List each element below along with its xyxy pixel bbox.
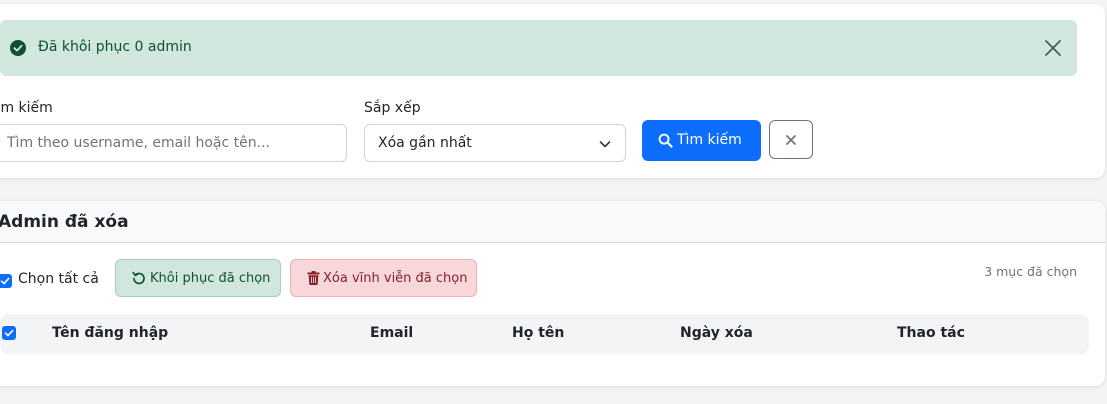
card-header: Admin đã xóa	[0, 201, 1105, 243]
column-header-fullname[interactable]: Họ tên	[512, 325, 564, 341]
sort-select[interactable]: Xóa gần nhất	[364, 124, 626, 162]
clear-filter-button[interactable]	[769, 120, 813, 159]
sort-label: Sắp xếp	[364, 100, 421, 116]
success-alert: Đã khôi phục 0 admin	[0, 20, 1077, 76]
check-circle-icon	[10, 40, 26, 56]
filter-card: Đã khôi phục 0 admin Tìm kiếm Sắp xếp Xó…	[0, 4, 1105, 178]
select-all-label[interactable]: Chọn tất cả	[18, 271, 99, 287]
table-header: Tên đăng nhập Email Họ tên Ngày xóa Thao…	[0, 314, 1089, 354]
search-input[interactable]	[0, 124, 347, 162]
search-label: Tìm kiếm	[0, 100, 53, 116]
search-button-label: Tìm kiếm	[677, 132, 742, 148]
search-icon	[658, 133, 673, 148]
alert-message: Đã khôi phục 0 admin	[38, 39, 192, 55]
column-header-actions: Thao tác	[897, 325, 965, 341]
checkmark-icon	[4, 329, 14, 337]
header-checkbox[interactable]	[2, 326, 16, 340]
column-header-username[interactable]: Tên đăng nhập	[52, 325, 168, 341]
sort-selected-value: Xóa gần nhất	[378, 135, 472, 151]
chevron-down-icon	[599, 141, 611, 148]
trash-icon	[307, 271, 320, 285]
delete-permanently-label: Xóa vĩnh viễn đã chọn	[323, 271, 468, 286]
checkmark-icon	[0, 277, 10, 285]
delete-permanently-button[interactable]: Xóa vĩnh viễn đã chọn	[290, 259, 477, 297]
selected-count: 3 mục đã chọn	[984, 264, 1077, 279]
undo-icon	[132, 271, 145, 285]
restore-selected-label: Khôi phục đã chọn	[150, 271, 271, 286]
close-icon	[786, 135, 796, 145]
select-all-checkbox[interactable]	[0, 274, 12, 288]
column-header-email[interactable]: Email	[370, 325, 413, 341]
section-title: Admin đã xóa	[0, 212, 129, 232]
search-button[interactable]: Tìm kiếm	[642, 120, 761, 161]
deleted-admins-card: Admin đã xóa Chọn tất cả Khôi phục đã ch…	[0, 201, 1105, 386]
column-header-deleted-date[interactable]: Ngày xóa	[680, 325, 753, 341]
restore-selected-button[interactable]: Khôi phục đã chọn	[115, 259, 281, 297]
close-icon[interactable]	[1043, 38, 1063, 58]
